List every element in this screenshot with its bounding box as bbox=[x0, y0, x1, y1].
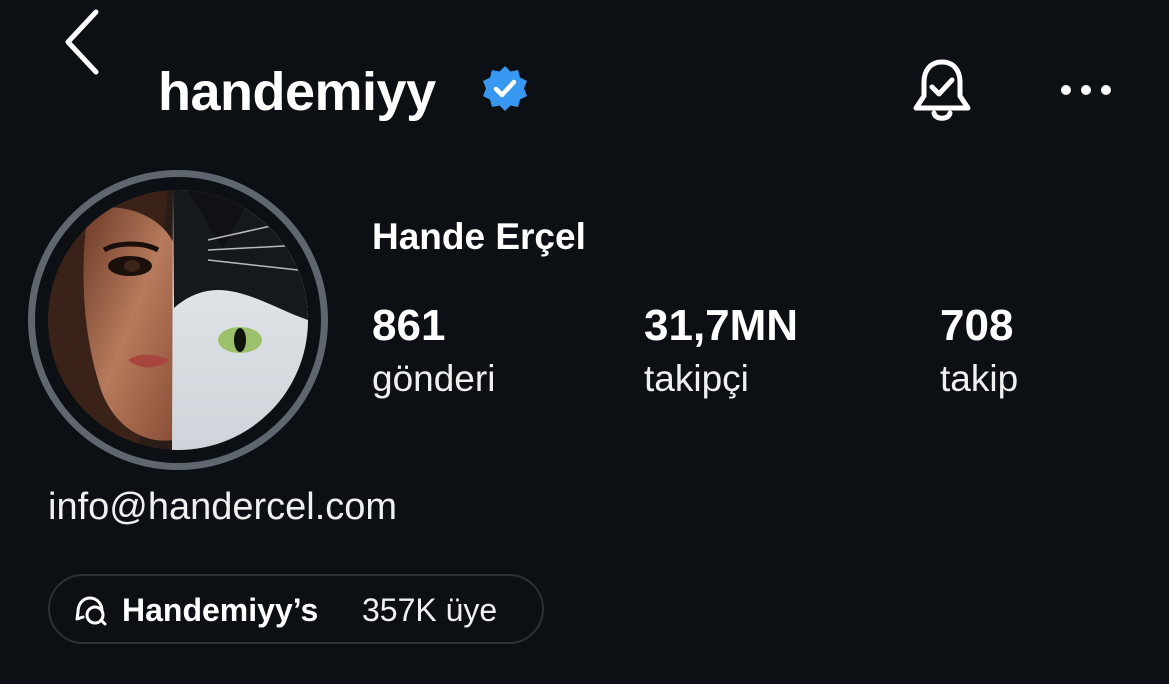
channel-name: Handemiyy’s bbox=[122, 592, 319, 628]
more-horizontal-icon bbox=[1061, 85, 1111, 95]
profile-username: handemiyy bbox=[158, 62, 436, 122]
posts-count: 861 bbox=[372, 301, 446, 350]
broadcast-channel-button[interactable]: Handemiyy’s 357K üye bbox=[48, 574, 544, 644]
notifications-button[interactable] bbox=[908, 56, 976, 128]
back-button[interactable] bbox=[58, 4, 108, 76]
bell-check-icon bbox=[913, 59, 971, 121]
following-label: takip bbox=[940, 358, 1019, 399]
profile-avatar[interactable] bbox=[48, 190, 308, 450]
stat-following[interactable]: 708 takip bbox=[940, 300, 1018, 402]
posts-label: gönderi bbox=[372, 358, 496, 399]
stat-followers[interactable]: 31,7MN takipçi bbox=[644, 300, 798, 402]
more-options-button[interactable] bbox=[1056, 72, 1116, 108]
verified-badge-icon bbox=[483, 66, 527, 111]
avatar-image bbox=[48, 190, 308, 450]
stat-posts: 861 gönderi bbox=[372, 300, 495, 402]
profile-full-name: Hande Erçel bbox=[372, 216, 586, 257]
followers-label: takipçi bbox=[644, 358, 749, 399]
followers-count: 31,7MN bbox=[644, 301, 799, 350]
chevron-left-icon bbox=[65, 9, 99, 75]
bio-email-link[interactable]: info@handercel.com bbox=[48, 486, 397, 529]
channel-member-count: 357K üye bbox=[362, 592, 498, 628]
following-count: 708 bbox=[940, 301, 1014, 350]
broadcast-chat-icon bbox=[75, 596, 107, 626]
verified-badge bbox=[480, 64, 530, 114]
